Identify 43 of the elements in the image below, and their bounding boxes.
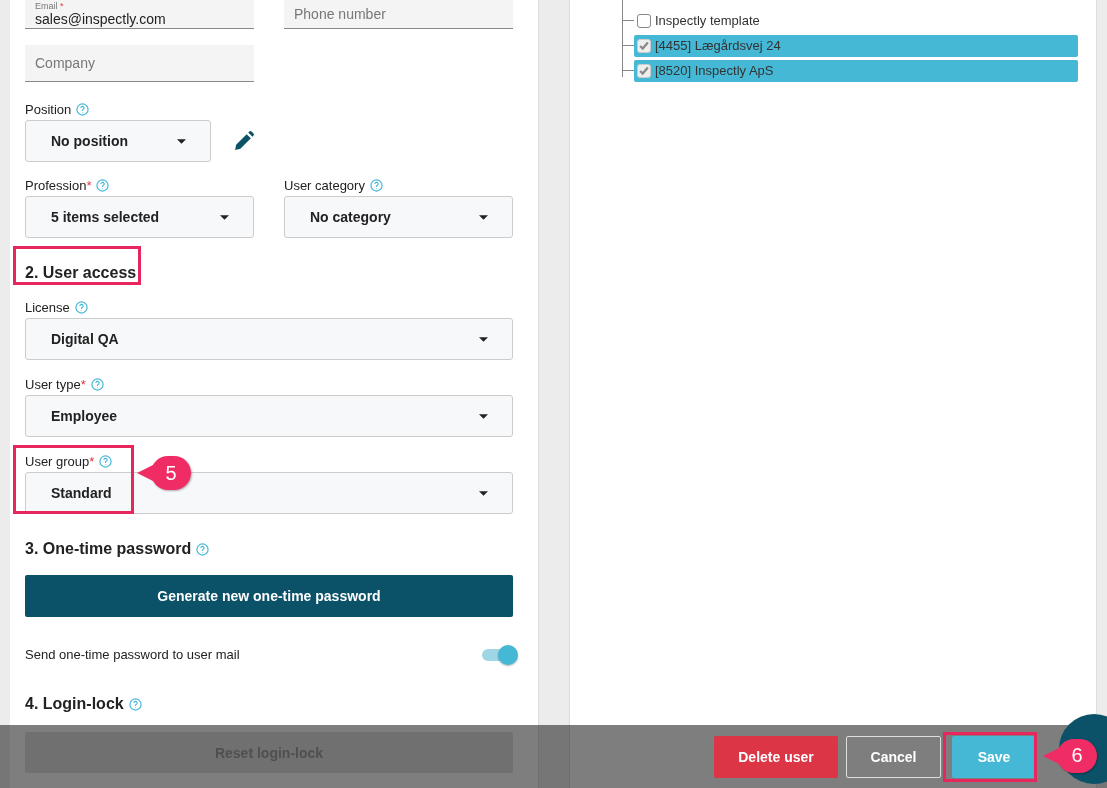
tree-item[interactable]: [8520] Inspectly ApS	[634, 59, 1078, 82]
section-heading: 3. One-time password	[25, 540, 192, 558]
caret-icon	[479, 336, 488, 342]
field-label: Position	[25, 101, 72, 117]
field-label: Profession*	[25, 177, 92, 193]
company-field[interactable]: Company	[25, 45, 254, 82]
section-heading: 2. User access	[25, 263, 137, 283]
caret-icon	[220, 214, 229, 220]
position-dropdown[interactable]: No position	[25, 120, 211, 162]
help-icon[interactable]	[99, 454, 113, 468]
email-field[interactable]: Email * sales@inspectly.com	[25, 0, 254, 29]
field-label: User group*	[25, 453, 95, 469]
help-icon[interactable]	[369, 178, 383, 192]
help-icon[interactable]	[196, 542, 210, 556]
profession-dropdown[interactable]: 5 items selected	[25, 196, 254, 238]
caret-icon	[177, 138, 186, 144]
caret-icon	[479, 413, 488, 419]
help-icon[interactable]	[90, 377, 104, 391]
tree-item[interactable]: [4455] Lægårdsvej 24	[634, 34, 1078, 57]
footer-button[interactable]: Cancel	[846, 735, 941, 778]
help-icon[interactable]	[128, 697, 142, 711]
tree-item[interactable]: Inspectly template	[634, 9, 1078, 32]
dropdown[interactable]: Employee	[25, 395, 513, 437]
help-icon[interactable]	[74, 300, 88, 314]
dropdown[interactable]: Digital QA	[25, 318, 513, 360]
field-label: License	[25, 299, 70, 315]
checkbox[interactable]	[637, 13, 651, 28]
toggle-label: Send one-time password to user mail	[25, 647, 240, 662]
generate-password-button[interactable]: Generate new one-time password	[25, 575, 513, 617]
footer-button[interactable]: Delete user	[714, 735, 838, 778]
caret-icon	[479, 214, 488, 220]
pencil-icon[interactable]	[233, 130, 254, 152]
checkbox[interactable]	[637, 38, 651, 53]
help-icon[interactable]	[96, 178, 110, 192]
step-callout: 6	[1043, 737, 1097, 774]
caret-icon	[479, 490, 488, 496]
field-label: User type*	[25, 376, 86, 392]
phone-field[interactable]: Phone number	[284, 0, 513, 29]
help-icon[interactable]	[76, 102, 90, 116]
section-heading: 4. Login-lock	[25, 695, 124, 713]
checkbox[interactable]	[637, 63, 651, 78]
field-label: User category	[284, 177, 365, 193]
category-dropdown[interactable]: No category	[284, 196, 513, 238]
